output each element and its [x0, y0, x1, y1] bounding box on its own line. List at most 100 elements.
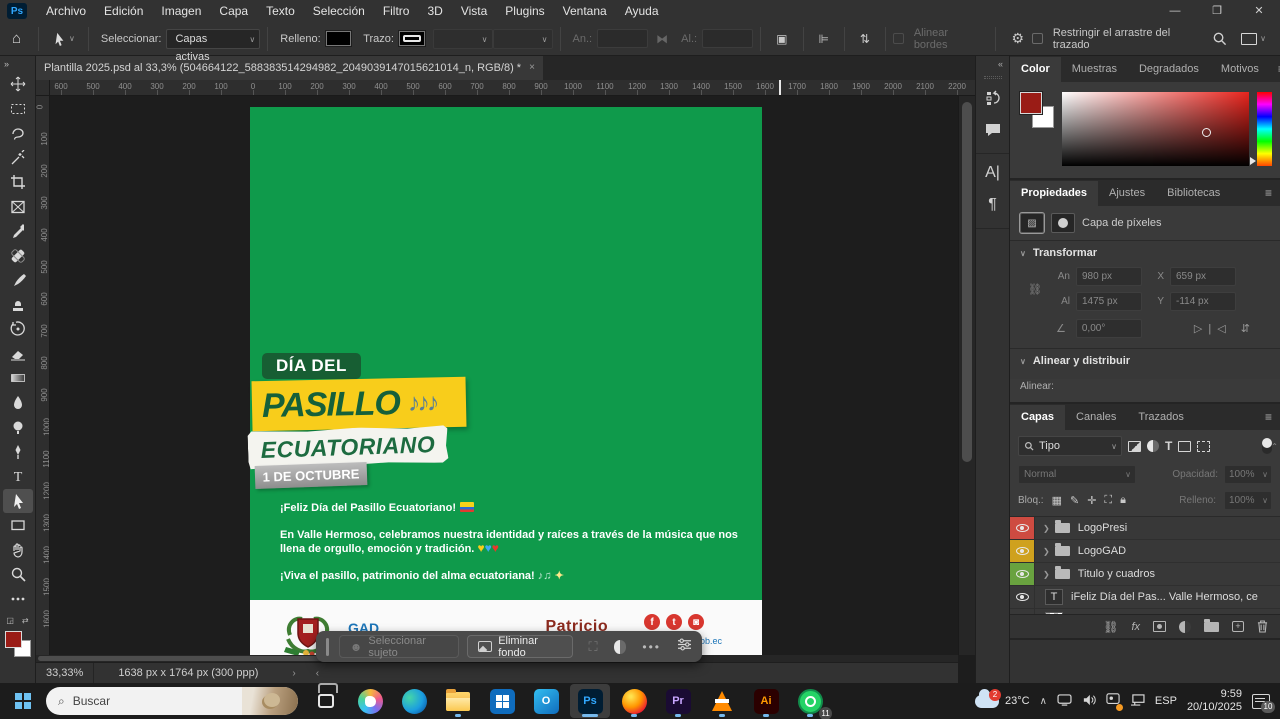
brush-tool[interactable] [3, 268, 33, 292]
minimize-button[interactable]: — [1154, 0, 1196, 22]
layer-row[interactable]: ❯LogoPresi [1010, 517, 1280, 540]
taskbar-app-illustrator[interactable]: Ai [746, 684, 786, 718]
search-highlight-image[interactable] [242, 687, 298, 715]
hue-strip[interactable] [1257, 92, 1272, 166]
tab-ajustes[interactable]: Ajustes [1098, 181, 1156, 206]
pen-tool[interactable] [3, 440, 33, 464]
panel-scroll-chevron[interactable]: ⌃ [1271, 442, 1278, 451]
frame-tool[interactable] [3, 195, 33, 219]
default-swap-colors[interactable]: ◲⇄ [6, 616, 28, 625]
menu-item-3d[interactable]: 3D [418, 0, 451, 22]
taskbar-app-task-view[interactable] [306, 684, 346, 718]
tab-canales[interactable]: Canales [1065, 405, 1127, 430]
filter-shape-icon[interactable] [1178, 441, 1191, 452]
layer-row[interactable]: ❯ LogoGAD [1010, 540, 1280, 563]
zoom-tool[interactable] [3, 562, 33, 586]
type-tool[interactable]: T [3, 464, 33, 488]
taskbar-app-whatsapp[interactable]: 11 [790, 684, 830, 718]
lock-artboard-icon[interactable]: ⛶ [1104, 494, 1112, 507]
menu-item-imagen[interactable]: Imagen [152, 0, 210, 22]
layer-name[interactable]: LogoPresi [1078, 522, 1128, 534]
properties-sliders-icon[interactable] [677, 638, 692, 656]
horizontal-ruler[interactable]: 6005004003002001000100200300400500600700… [50, 80, 975, 96]
language-indicator[interactable]: ESP [1155, 695, 1177, 707]
menu-item-ayuda[interactable]: Ayuda [616, 0, 668, 22]
rectangle-tool[interactable] [3, 513, 33, 537]
filter-type-icon[interactable]: T [1165, 439, 1172, 453]
menu-item-archivo[interactable]: Archivo [37, 0, 95, 22]
lock-position-icon[interactable]: ✛ [1087, 494, 1096, 507]
tab-propiedades[interactable]: Propiedades [1010, 181, 1098, 206]
object-selection-tool[interactable] [3, 146, 33, 170]
lasso-tool[interactable] [3, 121, 33, 145]
constrain-path-checkbox[interactable] [1032, 33, 1043, 44]
menu-item-edicion[interactable]: Edición [95, 0, 152, 22]
expand-tools-icon[interactable]: » [0, 56, 13, 72]
lock-paint-icon[interactable]: ✎ [1070, 494, 1079, 507]
gradient-tool[interactable] [3, 366, 33, 390]
menu-item-ventana[interactable]: Ventana [554, 0, 616, 22]
panel-menu-icon[interactable]: ≡ [1270, 57, 1280, 82]
healing-brush-tool[interactable] [3, 244, 33, 268]
taskbar-app-firefox[interactable] [614, 684, 654, 718]
accessibility-icon[interactable] [1106, 693, 1120, 709]
tab-color[interactable]: Color [1010, 57, 1061, 82]
eraser-tool[interactable] [3, 342, 33, 366]
taskbar-app-edge[interactable] [394, 684, 434, 718]
text-layer-thumbnail[interactable]: T [1045, 589, 1063, 605]
menu-item-seleccion[interactable]: Selección [304, 0, 374, 22]
tab-motivos[interactable]: Motivos [1210, 57, 1270, 82]
stroke-swatch[interactable] [399, 31, 425, 46]
close-button[interactable]: ✕ [1238, 0, 1280, 22]
tab-bibliotecas[interactable]: Bibliotecas [1156, 181, 1231, 206]
filter-pixel-icon[interactable] [1128, 441, 1141, 452]
search-icon[interactable] [1212, 31, 1227, 46]
link-layers-icon[interactable]: ⛓ [1103, 620, 1118, 634]
color-field[interactable] [1062, 92, 1249, 166]
more-options-icon[interactable]: ••• [642, 640, 661, 654]
group-expand-chevron[interactable]: ❯ [1043, 570, 1050, 579]
layer-visibility-eye-icon[interactable] [1010, 563, 1035, 585]
comments-panel-icon[interactable] [980, 117, 1006, 143]
layer-row[interactable]: ❯Titulo y cuadros [1010, 563, 1280, 586]
eyedropper-tool[interactable] [3, 219, 33, 243]
tab-muestras[interactable]: Muestras [1061, 57, 1128, 82]
history-panel-icon[interactable] [980, 85, 1006, 111]
path-selection-tool[interactable] [3, 489, 33, 513]
menu-item-vista[interactable]: Vista [452, 0, 496, 22]
path-operations-icon[interactable]: ▣ [776, 32, 787, 46]
vertical-scrollbar-thumb[interactable] [962, 102, 972, 462]
transform-section-header[interactable]: ∨Transformar [1020, 247, 1270, 259]
taskbar-app-file-explorer[interactable] [438, 684, 478, 718]
marquee-tool[interactable] [3, 97, 33, 121]
crop-tool[interactable] [3, 170, 33, 194]
taskbar-app-copilot[interactable] [350, 684, 390, 718]
mask-thumbnail-icon[interactable] [1051, 213, 1075, 233]
status-back-arrow-icon[interactable]: ‹ [316, 668, 319, 679]
photoshop-logo-icon[interactable]: Ps [7, 3, 27, 19]
taskbar-app-microsoft-store[interactable] [482, 684, 522, 718]
taskbar-app-premiere[interactable]: Pr [658, 684, 698, 718]
notifications-icon[interactable]: 10 [1252, 694, 1270, 709]
home-icon[interactable]: ⌂ [12, 30, 21, 47]
history-brush-tool[interactable] [3, 317, 33, 341]
blur-tool[interactable] [3, 391, 33, 415]
group-expand-chevron[interactable]: ❯ [1043, 547, 1050, 556]
layer-name[interactable]: LogoGAD [1078, 545, 1126, 557]
select-mode-dropdown[interactable]: Capas activas [166, 29, 260, 49]
taskbar-clock[interactable]: 9:59 20/10/2025 [1187, 688, 1242, 714]
tab-close-icon[interactable]: × [529, 56, 535, 80]
hue-slider-arrow[interactable] [1250, 157, 1256, 165]
workspace-switcher[interactable]: ∨ [1241, 33, 1266, 45]
color-wells[interactable] [5, 631, 31, 657]
gear-icon[interactable]: ⚙ [1011, 30, 1024, 47]
filter-adjustment-icon[interactable] [1147, 440, 1159, 452]
filter-smart-object-icon[interactable] [1197, 441, 1210, 452]
collapse-panels-icon[interactable]: « [992, 56, 1009, 72]
delete-layer-icon[interactable] [1257, 620, 1268, 633]
current-tool-dropdown[interactable]: ∨ [52, 32, 75, 46]
document-tab[interactable]: Plantilla 2025.psd al 33,3% (504664122_5… [36, 56, 543, 80]
layer-row[interactable]: TiFeliz Día del Pas... Valle Hermoso, ce [1010, 586, 1280, 609]
tab-trazados[interactable]: Trazados [1127, 405, 1194, 430]
taskbar-app-vlc[interactable] [702, 684, 742, 718]
